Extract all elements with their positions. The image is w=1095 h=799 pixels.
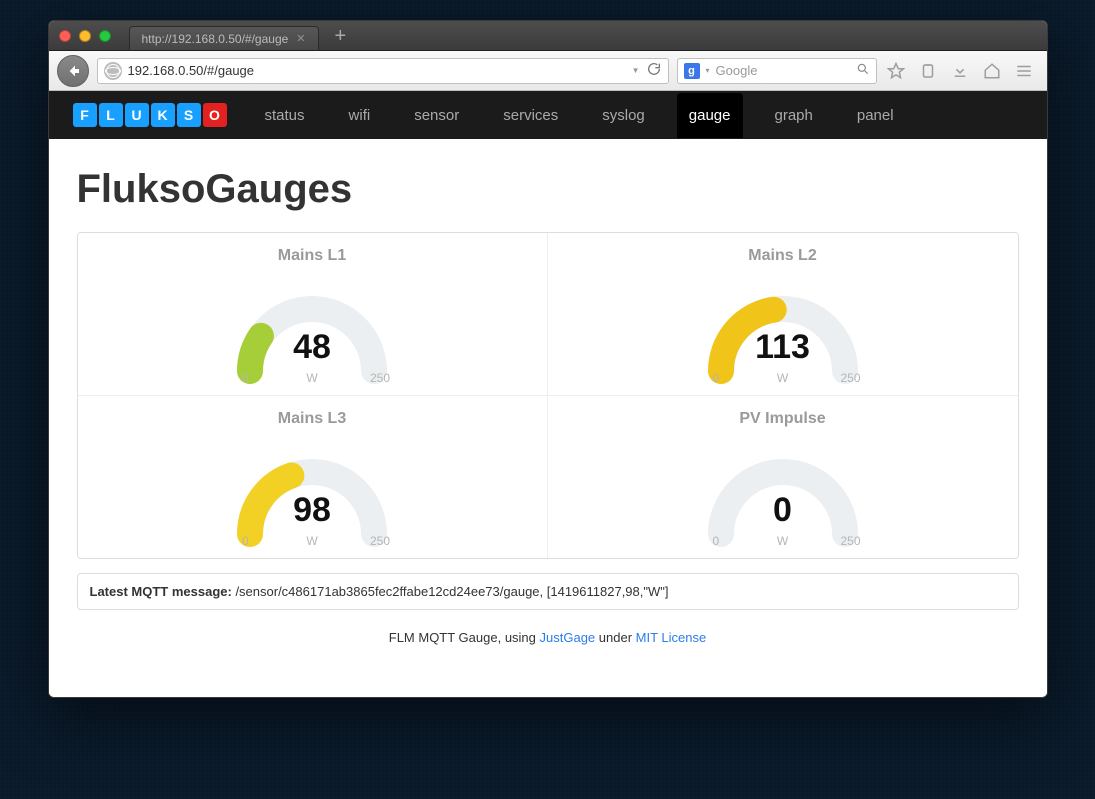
clipboard-icon[interactable] — [919, 62, 937, 80]
gauge-value: 48 — [212, 328, 412, 367]
google-icon: g — [684, 63, 700, 79]
url-text: 192.168.0.50/#/gauge — [128, 63, 255, 78]
close-tab-icon[interactable]: ✕ — [296, 32, 305, 45]
star-icon[interactable] — [887, 62, 905, 80]
gauge-cell: Mains L2 113 W 0 250 — [548, 233, 1018, 396]
browser-toolbar: 192.168.0.50/#/gauge ▼ g ▾ Google — [49, 51, 1047, 91]
gauge-widget: 113 W 0 250 — [683, 271, 883, 387]
search-placeholder: Google — [716, 63, 758, 78]
gauge-widget: 48 W 0 250 — [212, 271, 412, 387]
page-title: FluksoGauges — [77, 167, 1019, 212]
browser-tab[interactable]: http://192.168.0.50/#/gauge ✕ — [129, 26, 319, 50]
search-input[interactable]: g ▾ Google — [677, 58, 877, 84]
gauge-min: 0 — [242, 534, 249, 548]
gauge-max: 250 — [370, 534, 390, 548]
gauge-max: 250 — [370, 371, 390, 385]
dropdown-icon[interactable]: ▾ — [706, 66, 710, 75]
nav-wifi[interactable]: wifi — [337, 93, 383, 138]
nav-status[interactable]: status — [253, 93, 317, 138]
mqtt-label: Latest MQTT message: — [90, 584, 232, 599]
nav-gauge[interactable]: gauge — [677, 93, 743, 138]
footer-link-mit[interactable]: MIT License — [636, 630, 707, 645]
download-icon[interactable] — [951, 62, 969, 80]
dropdown-icon[interactable]: ▼ — [632, 66, 640, 75]
page-body: FLUKSO status wifi sensor services syslog gau… — [49, 91, 1047, 697]
menu-icon[interactable] — [1015, 62, 1033, 80]
tab-title: http://192.168.0.50/#/gauge — [142, 32, 289, 46]
globe-icon — [104, 62, 122, 80]
gauge-widget: 98 W 0 250 — [212, 434, 412, 550]
gauge-cell: Mains L3 98 W 0 250 — [78, 396, 548, 558]
nav-graph[interactable]: graph — [763, 93, 825, 138]
gauge-grid: Mains L1 48 W 0 250 Mains L2 113 W 0 250… — [77, 232, 1019, 559]
close-icon[interactable] — [59, 30, 71, 42]
gauge-value: 0 — [683, 491, 883, 530]
gauge-value: 113 — [683, 328, 883, 367]
gauge-value: 98 — [212, 491, 412, 530]
nav-sensor[interactable]: sensor — [402, 93, 471, 138]
gauge-max: 250 — [840, 534, 860, 548]
gauge-title: Mains L2 — [748, 247, 816, 265]
gauge-title: Mains L1 — [278, 247, 346, 265]
gauge-widget: 0 W 0 250 — [683, 434, 883, 550]
gauge-cell: PV Impulse 0 W 0 250 — [548, 396, 1018, 558]
mqtt-value: /sensor/c486171ab3865fec2ffabe12cd24ee73… — [232, 584, 669, 599]
gauge-max: 250 — [840, 371, 860, 385]
browser-window: http://192.168.0.50/#/gauge ✕ + 192.168.… — [48, 20, 1048, 698]
footer: FLM MQTT Gauge, using JustGage under MIT… — [77, 610, 1019, 673]
gauge-cell: Mains L1 48 W 0 250 — [78, 233, 548, 396]
minimize-icon[interactable] — [79, 30, 91, 42]
footer-link-justgage[interactable]: JustGage — [540, 630, 596, 645]
nav-panel[interactable]: panel — [845, 93, 906, 138]
nav-services[interactable]: services — [491, 93, 570, 138]
home-icon[interactable] — [983, 62, 1001, 80]
gauge-min: 0 — [242, 371, 249, 385]
titlebar: http://192.168.0.50/#/gauge ✕ + — [49, 21, 1047, 51]
toolbar-icons — [885, 62, 1039, 80]
address-bar[interactable]: 192.168.0.50/#/gauge ▼ — [97, 58, 669, 84]
reload-button[interactable] — [646, 61, 662, 80]
mqtt-panel: Latest MQTT message: /sensor/c486171ab38… — [77, 573, 1019, 610]
maximize-icon[interactable] — [99, 30, 111, 42]
back-button[interactable] — [57, 55, 89, 87]
new-tab-button[interactable]: + — [327, 26, 355, 46]
gauge-min: 0 — [713, 534, 720, 548]
brand-logo[interactable]: FLUKSO — [67, 99, 233, 131]
app-navbar: FLUKSO status wifi sensor services syslog gau… — [49, 91, 1047, 139]
arrow-left-icon — [65, 63, 81, 79]
search-icon[interactable] — [856, 62, 870, 79]
gauge-min: 0 — [713, 371, 720, 385]
gauge-title: Mains L3 — [278, 410, 346, 428]
gauge-title: PV Impulse — [739, 410, 825, 428]
nav-syslog[interactable]: syslog — [590, 93, 657, 138]
